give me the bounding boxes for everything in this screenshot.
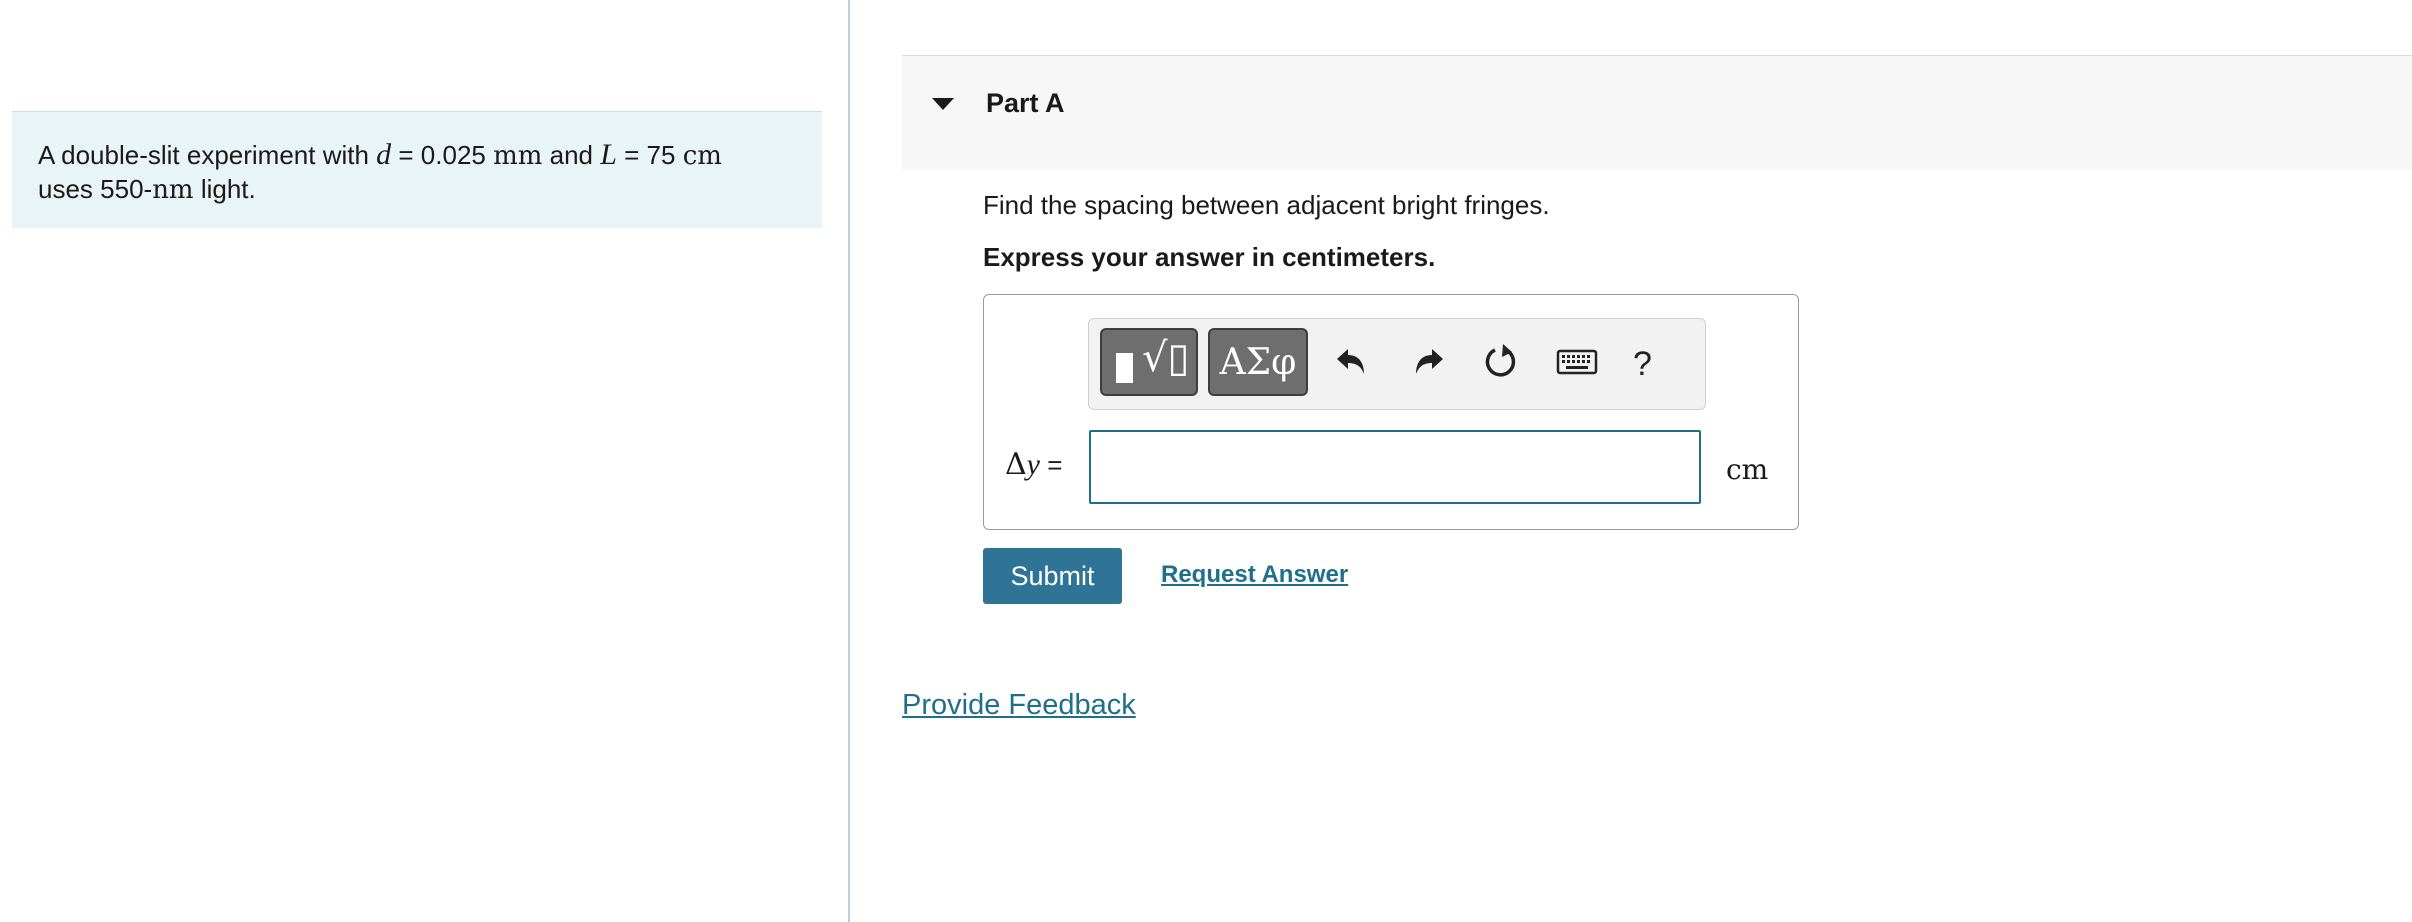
reset-icon[interactable] — [1481, 341, 1521, 385]
equals-sign: = — [1040, 450, 1063, 480]
d-value: = 0.025 — [391, 140, 494, 170]
request-answer-link[interactable]: Request Answer — [1161, 561, 1348, 589]
variable-y: y — [1026, 448, 1040, 481]
problem-line-2: uses 550-nm light. — [38, 173, 796, 207]
wavelength-text: uses 550- — [38, 174, 153, 204]
collapse-caret-icon[interactable] — [932, 98, 954, 110]
redo-icon[interactable] — [1408, 341, 1448, 385]
answer-unit: cm — [1726, 453, 1769, 486]
answer-input[interactable] — [1089, 430, 1701, 504]
undo-icon[interactable] — [1332, 341, 1372, 385]
greek-symbols-icon: ΑΣφ — [1219, 342, 1297, 383]
provide-feedback-link[interactable]: Provide Feedback — [902, 689, 1136, 722]
l-value: = 75 — [616, 140, 683, 170]
keyboard-icon[interactable] — [1555, 341, 1601, 385]
light-text: light. — [193, 174, 256, 204]
answer-variable-label: Δy = — [1005, 447, 1062, 482]
math-toolbar: √▯ ΑΣφ ? — [1088, 318, 1706, 410]
answer-box: √▯ ΑΣφ ? Δy = cm — [983, 294, 1799, 530]
left-pane: A double-slit experiment with d = 0.025 … — [0, 0, 848, 922]
variable-l: L — [600, 138, 617, 171]
variable-d: d — [376, 138, 392, 171]
d-unit: mm — [493, 141, 543, 171]
part-a-header[interactable]: Part A — [902, 55, 2412, 170]
problem-statement: A double-slit experiment with d = 0.025 … — [12, 111, 822, 228]
greek-symbols-button[interactable]: ΑΣφ — [1208, 328, 1308, 396]
part-title: Part A — [986, 88, 1065, 118]
and-text: and — [542, 140, 601, 170]
instruction-text: Express your answer in centimeters. — [983, 242, 1436, 272]
problem-line-1: A double-slit experiment with d = 0.025 … — [38, 138, 796, 173]
question-text: Find the spacing between adjacent bright… — [983, 190, 1550, 220]
l-unit: cm — [682, 141, 722, 171]
help-icon[interactable]: ? — [1633, 345, 1652, 384]
problem-text: A double-slit experiment with — [38, 140, 377, 170]
pane-divider[interactable] — [848, 0, 850, 922]
wavelength-unit: nm — [152, 175, 194, 205]
templates-button[interactable]: √▯ — [1100, 328, 1198, 396]
delta-symbol: Δ — [1005, 447, 1027, 482]
submit-button[interactable]: Submit — [983, 548, 1122, 604]
